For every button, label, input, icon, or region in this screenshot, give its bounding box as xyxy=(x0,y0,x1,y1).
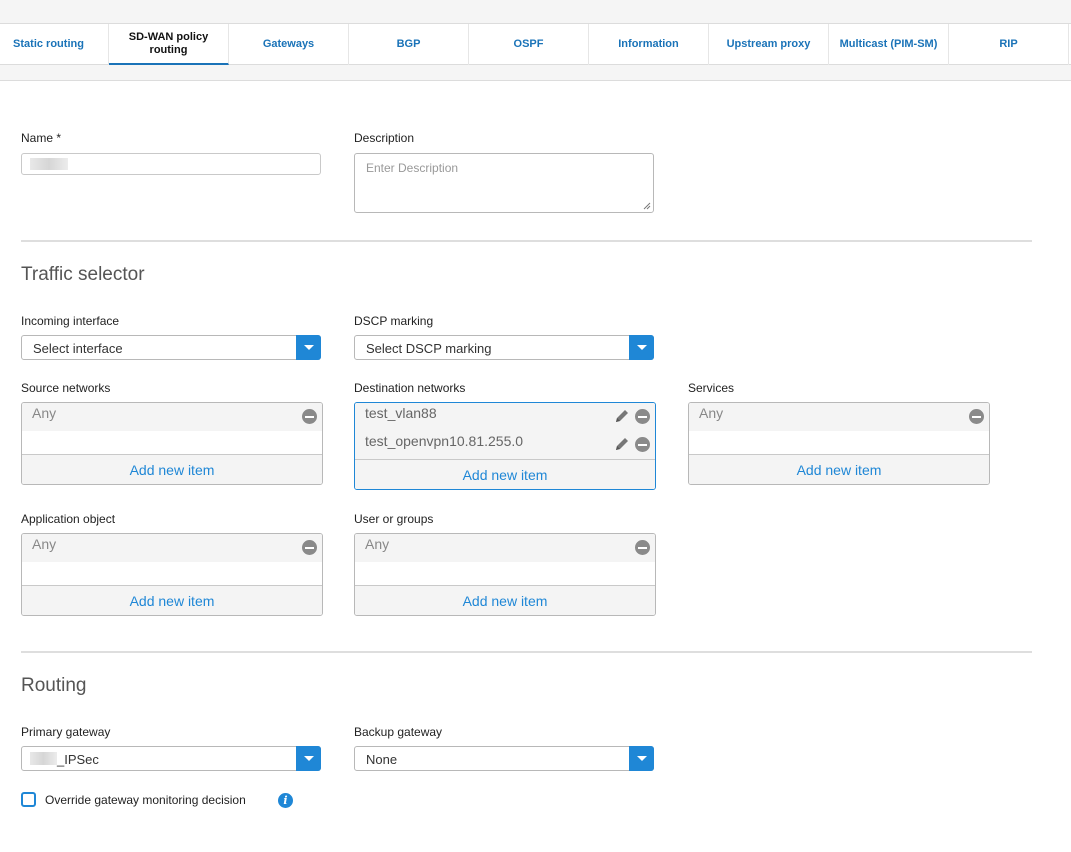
remove-icon[interactable] xyxy=(635,437,650,452)
name-input[interactable] xyxy=(21,153,321,175)
incoming-interface-label: Incoming interface xyxy=(21,314,120,328)
description-input[interactable]: Enter Description xyxy=(354,153,654,213)
divider xyxy=(21,240,1032,242)
redacted-value xyxy=(30,158,68,170)
backup-gateway-label: Backup gateway xyxy=(354,725,443,739)
tab-sd-wan-policy-routing[interactable]: SD-WAN policy routing xyxy=(109,24,229,65)
pencil-icon[interactable] xyxy=(614,408,630,424)
pencil-icon[interactable] xyxy=(614,436,630,452)
add-new-item-button[interactable]: Add new item xyxy=(22,585,322,615)
name-label: Name * xyxy=(21,131,62,145)
description-placeholder: Enter Description xyxy=(366,161,459,175)
tab-rip[interactable]: RIP xyxy=(949,24,1069,65)
application-object-list: Any Add new item xyxy=(21,533,323,616)
dscp-marking-value: Select DSCP marking xyxy=(366,341,492,356)
source-networks-list: Any Add new item xyxy=(21,402,323,485)
tab-information[interactable]: Information xyxy=(589,24,709,65)
destination-networks-list: test_vlan88 test_openvpn10.81.255.0 Add … xyxy=(354,402,656,490)
dscp-marking-select[interactable]: Select DSCP marking xyxy=(354,335,654,360)
list-item: Any xyxy=(355,534,655,562)
chevron-down-icon[interactable] xyxy=(629,746,654,771)
routing-title: Routing xyxy=(21,675,87,696)
chevron-down-icon[interactable] xyxy=(296,335,321,360)
backup-gateway-select[interactable]: None xyxy=(354,746,654,771)
remove-icon[interactable] xyxy=(969,409,984,424)
override-gateway-checkbox[interactable] xyxy=(21,792,36,807)
override-gateway-label: Override gateway monitoring decision xyxy=(45,793,246,807)
list-item: test_openvpn10.81.255.0 xyxy=(355,431,655,459)
description-label: Description xyxy=(354,131,415,145)
info-icon[interactable]: i xyxy=(278,793,293,808)
incoming-interface-value: Select interface xyxy=(33,341,123,356)
incoming-interface-select[interactable]: Select interface xyxy=(21,335,321,360)
user-or-groups-label: User or groups xyxy=(354,512,434,526)
add-new-item-button[interactable]: Add new item xyxy=(355,585,655,615)
dscp-marking-label: DSCP marking xyxy=(354,314,434,328)
services-list: Any Add new item xyxy=(688,402,990,485)
list-item: Any xyxy=(22,534,322,562)
redacted-value xyxy=(30,752,57,765)
tab-ospf[interactable]: OSPF xyxy=(469,24,589,65)
tab-bgp[interactable]: BGP xyxy=(349,24,469,65)
tab-bar: Static routing SD-WAN policy routing Gat… xyxy=(0,23,1071,65)
tab-upstream-proxy[interactable]: Upstream proxy xyxy=(709,24,829,65)
primary-gateway-select[interactable]: _IPSec xyxy=(21,746,321,771)
chevron-down-icon[interactable] xyxy=(629,335,654,360)
backup-gateway-value: None xyxy=(366,752,398,767)
remove-icon[interactable] xyxy=(302,540,317,555)
add-new-item-button[interactable]: Add new item xyxy=(22,454,322,484)
tab-multicast[interactable]: Multicast (PIM-SM) xyxy=(829,24,949,65)
remove-icon[interactable] xyxy=(635,540,650,555)
services-label: Services xyxy=(688,381,735,395)
chevron-down-icon[interactable] xyxy=(296,746,321,771)
primary-gateway-value: _IPSec xyxy=(57,752,99,767)
add-new-item-button[interactable]: Add new item xyxy=(355,459,655,489)
add-new-item-button[interactable]: Add new item xyxy=(689,454,989,484)
primary-gateway-label: Primary gateway xyxy=(21,725,111,739)
list-item: Any xyxy=(22,403,322,431)
divider xyxy=(21,651,1032,653)
application-object-label: Application object xyxy=(21,512,116,526)
tab-gateways[interactable]: Gateways xyxy=(229,24,349,65)
traffic-selector-title: Traffic selector xyxy=(21,264,145,285)
tab-static-routing[interactable]: Static routing xyxy=(0,24,109,65)
remove-icon[interactable] xyxy=(635,409,650,424)
list-item: test_vlan88 xyxy=(355,403,655,431)
resize-handle-icon[interactable] xyxy=(643,202,651,210)
destination-networks-label: Destination networks xyxy=(354,381,466,395)
user-or-groups-list: Any Add new item xyxy=(354,533,656,616)
source-networks-label: Source networks xyxy=(21,381,111,395)
remove-icon[interactable] xyxy=(302,409,317,424)
list-item: Any xyxy=(689,403,989,431)
